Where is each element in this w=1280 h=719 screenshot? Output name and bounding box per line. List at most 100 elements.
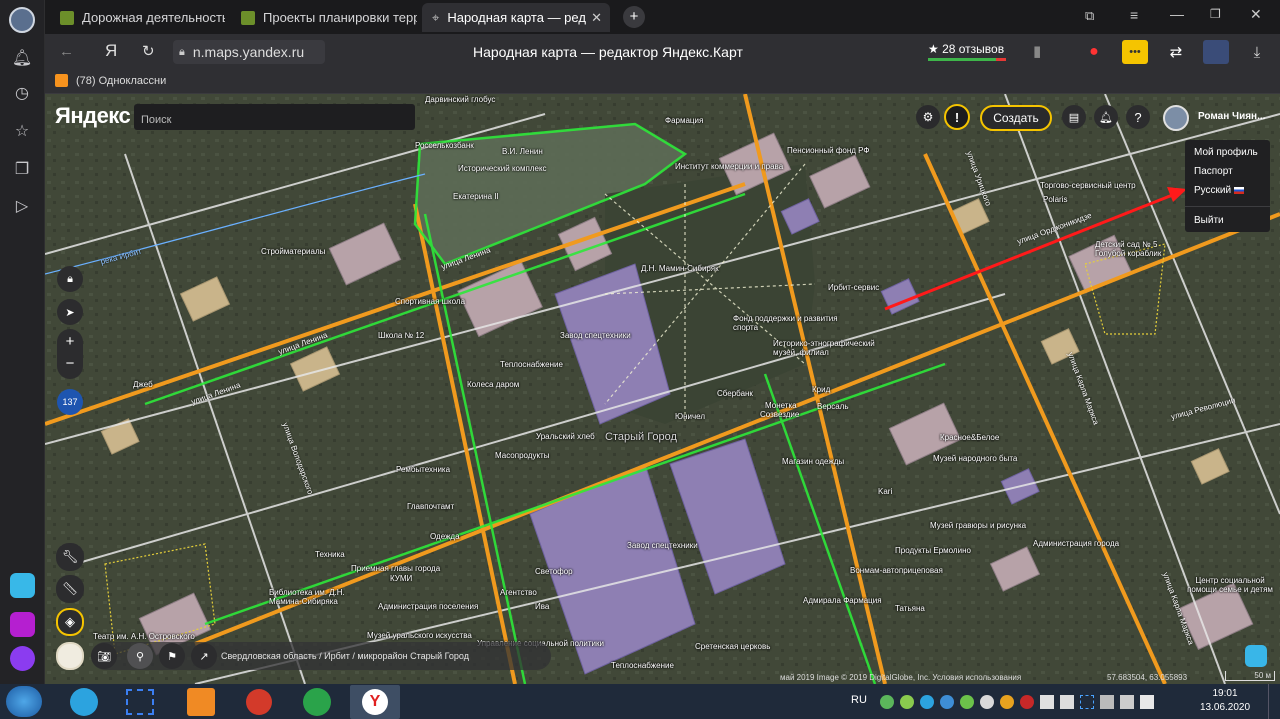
app-icon-music[interactable] — [10, 612, 35, 637]
alert-button[interactable]: ! — [944, 104, 970, 130]
map-label: Торгово-сервисный центр — [1040, 181, 1136, 190]
menu-my-profile[interactable]: Мой профиль — [1185, 143, 1270, 162]
menu-logout[interactable]: Выйти — [1185, 211, 1270, 230]
tray-icon — [1020, 695, 1034, 709]
alice-icon[interactable] — [10, 646, 35, 671]
map-label: Светофор — [535, 567, 573, 576]
tab-projects[interactable]: Проекты планировки терр — [231, 3, 417, 32]
messages-button[interactable]: ▤ — [1062, 105, 1086, 129]
yandex-logo[interactable]: Яндекс — [55, 103, 131, 129]
screenshot-taskbar-icon[interactable] — [126, 689, 154, 715]
map-label: Ирбит-сервис — [828, 283, 880, 292]
maximize-button[interactable]: ❐ — [1210, 7, 1221, 21]
menu-passport[interactable]: Паспорт — [1185, 162, 1270, 181]
reload-icon[interactable]: ↻ — [142, 42, 155, 60]
tray-icon — [920, 695, 934, 709]
map-label: Исторический комплекс — [458, 164, 547, 173]
radio-taskbar-icon[interactable] — [303, 688, 331, 716]
back-icon[interactable]: ← — [59, 43, 74, 60]
layers-button[interactable]: ◈ — [56, 608, 84, 636]
profile-avatar[interactable] — [9, 7, 35, 33]
collections-icon[interactable]: ❐ — [11, 158, 33, 180]
address-box[interactable]: 🔒︎ n.maps.yandex.ru — [173, 40, 325, 64]
panorama-button[interactable] — [1245, 645, 1267, 667]
history-icon[interactable]: ◷ — [11, 82, 33, 104]
zoom-in-button[interactable]: + — [57, 329, 83, 354]
extension-yellow-icon[interactable]: ••• — [1122, 40, 1148, 64]
tray-icons[interactable] — [880, 695, 1200, 709]
play-icon[interactable]: ▷ — [11, 195, 33, 217]
create-button[interactable]: Создать — [980, 105, 1052, 131]
question-icon: ? — [1134, 109, 1142, 125]
notifications-button[interactable]: 🔔︎ — [1094, 105, 1118, 129]
start-button[interactable] — [6, 686, 42, 717]
tab-yandex-map[interactable]: ⌖ Народная карта — ред ✕ — [422, 3, 610, 32]
close-window-button[interactable]: ✕ — [1250, 6, 1262, 23]
browser-sidebar: 🔔︎ ◷ ☆ ❐ ▷ — [0, 0, 45, 684]
tab-bar: Дорожная деятельность - Проекты планиров… — [45, 0, 1280, 34]
reviews-badge[interactable]: ★ 28 отзывов — [928, 40, 1008, 64]
map-label: Kari — [878, 487, 893, 496]
tools-button[interactable]: 🔧︎ — [56, 543, 84, 571]
favicon-icon — [60, 10, 74, 25]
menu-language[interactable]: Русский — [1185, 181, 1270, 200]
extension-icon[interactable] — [1203, 40, 1229, 64]
map-canvas[interactable]: Дарвинский глобус Росселькозбанк В.И. Ле… — [45, 94, 1280, 684]
chat-icon: ▤ — [1068, 111, 1080, 124]
map-label: Фонд поддержки и развития спорта — [733, 314, 838, 332]
tab-label: Дорожная деятельность - — [82, 10, 225, 25]
navigation-arrow-icon: ➤ — [65, 306, 75, 319]
bookmark-icon[interactable]: ▮ — [1033, 42, 1041, 60]
user-name[interactable]: Роман Чиян... — [1198, 111, 1265, 122]
breadcrumb[interactable]: Свердловская область / Ирбит / микрорайо… — [221, 651, 469, 661]
bell-icon[interactable]: 🔔︎ — [11, 47, 33, 69]
map-label: Историко-этнографический музей, филиал — [773, 339, 875, 357]
pdf-taskbar-icon[interactable] — [187, 688, 215, 716]
search-input[interactable]: Поиск — [134, 104, 415, 130]
translate-icon[interactable]: ⇄ — [1163, 40, 1189, 64]
map-label: Старый Город — [605, 431, 677, 443]
app-icon-tv[interactable] — [10, 573, 35, 598]
yandex-browser-taskbar-icon[interactable]: Y — [350, 685, 400, 719]
external-link-icon: ↗ — [199, 650, 209, 663]
map-label: Музей народного быта — [933, 454, 1018, 463]
ladybug-taskbar-icon[interactable] — [246, 689, 272, 715]
geolocation-button[interactable]: ➤ — [57, 299, 83, 325]
map-label: Д.Н. Мамин-Сибиряк — [641, 264, 719, 273]
count-badge[interactable]: 137 — [57, 389, 83, 415]
map-label: Сбербанк — [717, 389, 753, 398]
lock-button[interactable]: 🔒︎ — [57, 266, 83, 292]
map-type-button[interactable] — [56, 642, 84, 670]
new-tab-button[interactable]: + — [623, 6, 645, 28]
search-placeholder: Поиск — [141, 114, 172, 126]
map-label: Дарвинский глобус — [425, 95, 496, 104]
tabs-manager-icon[interactable]: ⧉ — [1085, 8, 1094, 24]
show-desktop-button[interactable] — [1268, 684, 1280, 719]
bookmarks-bar: (78) Одноклассни — [45, 70, 1280, 94]
zoom-out-button[interactable]: − — [57, 354, 83, 379]
map-label: Polaris — [1043, 195, 1068, 204]
clock[interactable]: 19:01 13.06.2020 — [1200, 687, 1250, 715]
map-label: Версаль — [817, 402, 849, 411]
edit-link-button[interactable]: ↗ — [191, 643, 217, 669]
menu-icon[interactable]: ≡ — [1130, 7, 1138, 23]
star-icon[interactable]: ☆ — [11, 120, 33, 142]
ruler-button[interactable]: 📏︎ — [56, 575, 84, 603]
settings-button[interactable]: ⚙ — [916, 105, 940, 129]
help-button[interactable]: ? — [1126, 105, 1150, 129]
language-indicator[interactable]: RU — [851, 694, 867, 706]
telegram-taskbar-icon[interactable] — [70, 688, 98, 716]
map-label: Теплоснабжение — [611, 661, 674, 670]
camera-button[interactable]: 📷︎ — [91, 643, 117, 669]
location-pin-button[interactable]: ⚑ — [159, 643, 185, 669]
bike-button[interactable]: ⚲ — [127, 643, 153, 669]
bookmark-ok[interactable]: (78) Одноклассни — [55, 74, 166, 87]
user-avatar[interactable] — [1163, 105, 1189, 131]
tab-roads[interactable]: Дорожная деятельность - — [50, 3, 225, 32]
download-icon[interactable]: ⤓ — [1244, 40, 1270, 64]
map-label: Администрация города — [1033, 539, 1120, 548]
yandex-button[interactable]: Я — [105, 41, 117, 61]
close-tab-icon[interactable]: ✕ — [591, 10, 602, 26]
minimize-button[interactable]: — — [1170, 6, 1184, 22]
geo-icon[interactable]: ● — [1081, 40, 1107, 64]
